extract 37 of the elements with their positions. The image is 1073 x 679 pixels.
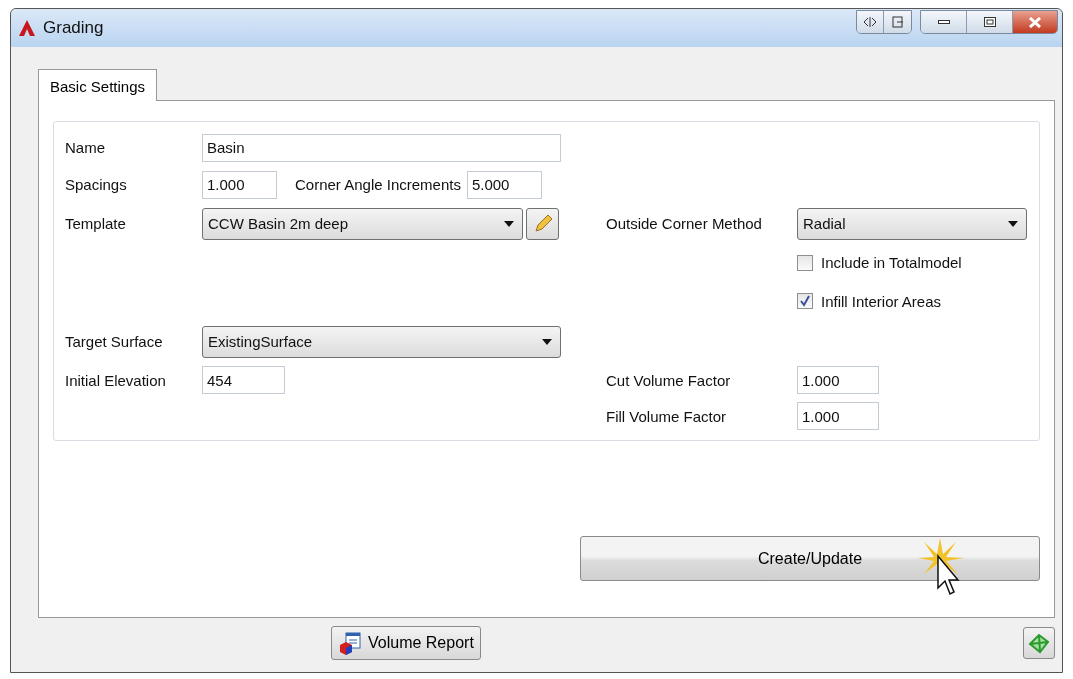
- field-label: Target Surface: [65, 333, 163, 350]
- fill-factor-field[interactable]: 1.000: [797, 402, 879, 430]
- elevation-field[interactable]: 454: [202, 366, 285, 394]
- maximize-icon[interactable]: [967, 11, 1013, 33]
- checkbox-label: Infill Interior Areas: [821, 292, 942, 310]
- field-label: Corner Angle Increments: [295, 176, 461, 193]
- field-label: Cut Volume Factor: [606, 371, 731, 389]
- dropdown[interactable]: ExistingSurface: [202, 325, 561, 358]
- spacings-field[interactable]: 1.000: [202, 170, 277, 199]
- checkbox[interactable]: [797, 254, 813, 271]
- caret-icon: [1008, 220, 1018, 227]
- close-icon[interactable]: [1013, 11, 1057, 33]
- create-update-button[interactable]: Create/Update: [580, 536, 1040, 581]
- field-label: Name: [65, 139, 105, 156]
- volume-report-button[interactable]: Volume Report: [331, 625, 481, 660]
- dropdown[interactable]: Radial: [797, 207, 1027, 240]
- dropdown[interactable]: CCW Basin 2m deep: [202, 207, 523, 240]
- angle-field[interactable]: 5.000: [466, 170, 542, 199]
- field-label: Spacings: [65, 176, 127, 193]
- pencil-icon[interactable]: [526, 207, 559, 240]
- app-logo-icon: [19, 20, 35, 36]
- surface-icon[interactable]: [1023, 626, 1055, 659]
- field-label: Initial Elevation: [65, 371, 166, 389]
- collapse-icon[interactable]: [857, 11, 884, 33]
- field-label: Outside Corner Method: [606, 215, 762, 232]
- caret-icon: [504, 220, 514, 227]
- window-title: Grading: [43, 18, 105, 38]
- tab[interactable]: Basic Settings: [38, 69, 158, 101]
- name-field[interactable]: Basin: [202, 133, 561, 162]
- field-label: Template: [65, 215, 126, 232]
- checkbox-label: Include in Totalmodel: [821, 254, 962, 271]
- field-label: Fill Volume Factor: [606, 407, 727, 425]
- checkbox[interactable]: [797, 293, 813, 309]
- cut-factor-field[interactable]: 1.000: [797, 366, 879, 394]
- minimize-icon[interactable]: [921, 11, 967, 33]
- caret-icon: [542, 338, 552, 345]
- report-icon: [338, 630, 362, 655]
